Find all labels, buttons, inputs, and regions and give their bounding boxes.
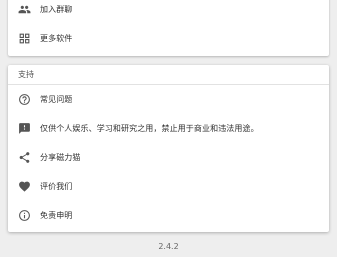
info-circle-icon (18, 209, 31, 222)
support-header: 支持 (8, 65, 329, 85)
join-group-label: 加入群聊 (40, 5, 73, 14)
more-apps-item[interactable]: 更多软件 (8, 24, 329, 53)
share-label: 分享磁力猫 (40, 153, 81, 162)
join-group-item[interactable]: 加入群聊 (8, 0, 329, 24)
usage-notice-label: 仅供个人娱乐、学习和研究之用，禁止用于商业和违法用途。 (40, 124, 259, 133)
disclaimer-label: 免责申明 (40, 211, 73, 220)
community-card: 加入群聊 更多软件 (8, 0, 329, 56)
help-circle-icon (18, 93, 31, 106)
app-version: 2.4.2 (158, 242, 179, 251)
support-card: 支持 常见问题 仅供个人娱乐、学习和研究之用，禁止用于商业和违法用途。 分享磁力… (8, 65, 329, 232)
group-icon (18, 3, 31, 16)
apps-grid-icon (18, 32, 31, 45)
about-screen: 加入群聊 更多软件 支持 常见问题 仅供个人娱乐、学习和研究之用，禁止用于商业和… (0, 0, 337, 257)
share-item[interactable]: 分享磁力猫 (8, 143, 329, 172)
heart-icon (18, 180, 31, 193)
feedback-icon (18, 122, 31, 135)
disclaimer-notice-item[interactable]: 仅供个人娱乐、学习和研究之用，禁止用于商业和违法用途。 (8, 114, 329, 143)
rate-us-label: 评价我们 (40, 182, 73, 191)
rate-us-item[interactable]: 评价我们 (8, 172, 329, 201)
faq-label: 常见问题 (40, 95, 73, 104)
disclaimer-item[interactable]: 免责申明 (8, 201, 329, 230)
share-icon (18, 151, 31, 164)
faq-item[interactable]: 常见问题 (8, 85, 329, 114)
more-apps-label: 更多软件 (40, 34, 73, 43)
